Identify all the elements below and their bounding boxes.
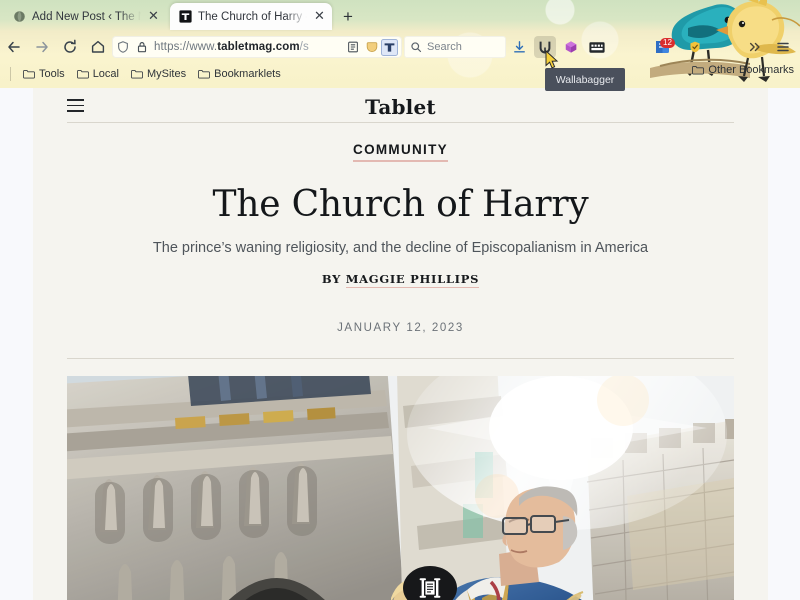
article-publish-date: JANUARY 12, 2023 (337, 321, 464, 334)
tab-strip: Add New Post ‹ The New L ✕ The Church of… (0, 0, 800, 32)
folder-icon (76, 70, 89, 79)
mouse-cursor (545, 50, 559, 69)
article-hero-image (67, 375, 734, 600)
search-icon (411, 42, 422, 53)
browser-tab-0[interactable]: Add New Post ‹ The New L ✕ (4, 3, 166, 30)
byline-author-link[interactable]: MAGGIE PHILLIPS (345, 271, 480, 288)
article-subtitle: The prince’s waning religiosity, and the… (152, 239, 649, 256)
shield-icon[interactable] (116, 40, 130, 54)
search-placeholder: Search (427, 41, 462, 53)
bookmark-local[interactable]: Local (72, 66, 124, 82)
byline-prefix: BY (321, 271, 346, 286)
folder-icon (198, 70, 211, 79)
forward-arrow-icon[interactable] (28, 34, 56, 60)
bookmark-mysites[interactable]: MySites (126, 66, 191, 82)
bookmark-label: Bookmarklets (214, 68, 281, 80)
save-to-pocket-icon[interactable] (365, 40, 379, 54)
folder-icon (131, 70, 143, 79)
article-byline: BY MAGGIE PHILLIPS (33, 271, 768, 288)
article-headline: The Church of Harry (212, 184, 589, 225)
overflow-chevron-icon[interactable] (744, 36, 766, 58)
folder-icon (23, 70, 35, 79)
generic-globe-icon (14, 11, 25, 22)
home-icon[interactable] (84, 34, 112, 60)
bookmark-tools[interactable]: Tools (18, 66, 70, 82)
site-logo-tablet[interactable]: Tablet (33, 95, 768, 119)
bookmarks-bar: Tools Local MySites Bookmarklets (0, 62, 800, 86)
app-menu-icon[interactable] (772, 36, 794, 58)
reload-icon[interactable] (56, 34, 84, 60)
article-category[interactable]: COMMUNITY (33, 141, 768, 162)
article-category-label: COMMUNITY (353, 142, 448, 162)
bookmark-label: Tools (39, 68, 65, 80)
other-bookmarks-button[interactable]: Other Bookmarks (692, 64, 794, 76)
tooltip: Wallabagger (545, 68, 625, 91)
article-page: Tablet COMMUNITY The Church of Harry The… (33, 88, 768, 600)
bookmarks-divider (10, 67, 11, 81)
url-text: https://www.tabletmag.com/s (154, 41, 309, 53)
reader-view-icon[interactable] (346, 40, 360, 54)
new-tab-button[interactable]: + (337, 6, 359, 28)
back-arrow-icon[interactable] (0, 34, 28, 60)
dark-keyboard-icon[interactable] (586, 36, 608, 58)
bookmark-label: Local (92, 68, 119, 80)
torah-scroll-icon (419, 578, 441, 598)
tabletmag-page-action-icon[interactable] (378, 36, 400, 58)
tab-title: Add New Post ‹ The New L (32, 10, 141, 23)
site-header: Tablet (33, 88, 768, 122)
tab-title: The Church of Harry - Tabl (198, 10, 307, 23)
search-input[interactable]: Search (404, 36, 506, 58)
other-bookmarks-label: Other Bookmarks (708, 64, 794, 76)
padlock-icon[interactable] (135, 40, 149, 54)
blue-badge-count: 12 (660, 38, 675, 48)
browser-tab-1[interactable]: The Church of Harry - Tabl ✕ (170, 3, 332, 30)
address-bar[interactable]: https://www.tabletmag.com/s (112, 36, 402, 58)
yellow-shield-icon[interactable] (684, 36, 706, 58)
purple-cube-icon[interactable] (560, 36, 582, 58)
header-divider (67, 122, 734, 123)
content-divider (67, 357, 734, 359)
folder-icon (692, 66, 705, 75)
bookmark-label: MySites (146, 68, 187, 80)
bookmark-bookmarklets[interactable]: Bookmarklets (193, 66, 286, 82)
close-icon[interactable]: ✕ (147, 9, 160, 23)
downloads-icon[interactable] (508, 36, 530, 58)
hero-photo-illustration (67, 375, 734, 600)
close-icon[interactable]: ✕ (313, 9, 326, 23)
tablet-t-icon (179, 10, 192, 23)
page-viewport: Tablet COMMUNITY The Church of Harry The… (0, 88, 800, 600)
